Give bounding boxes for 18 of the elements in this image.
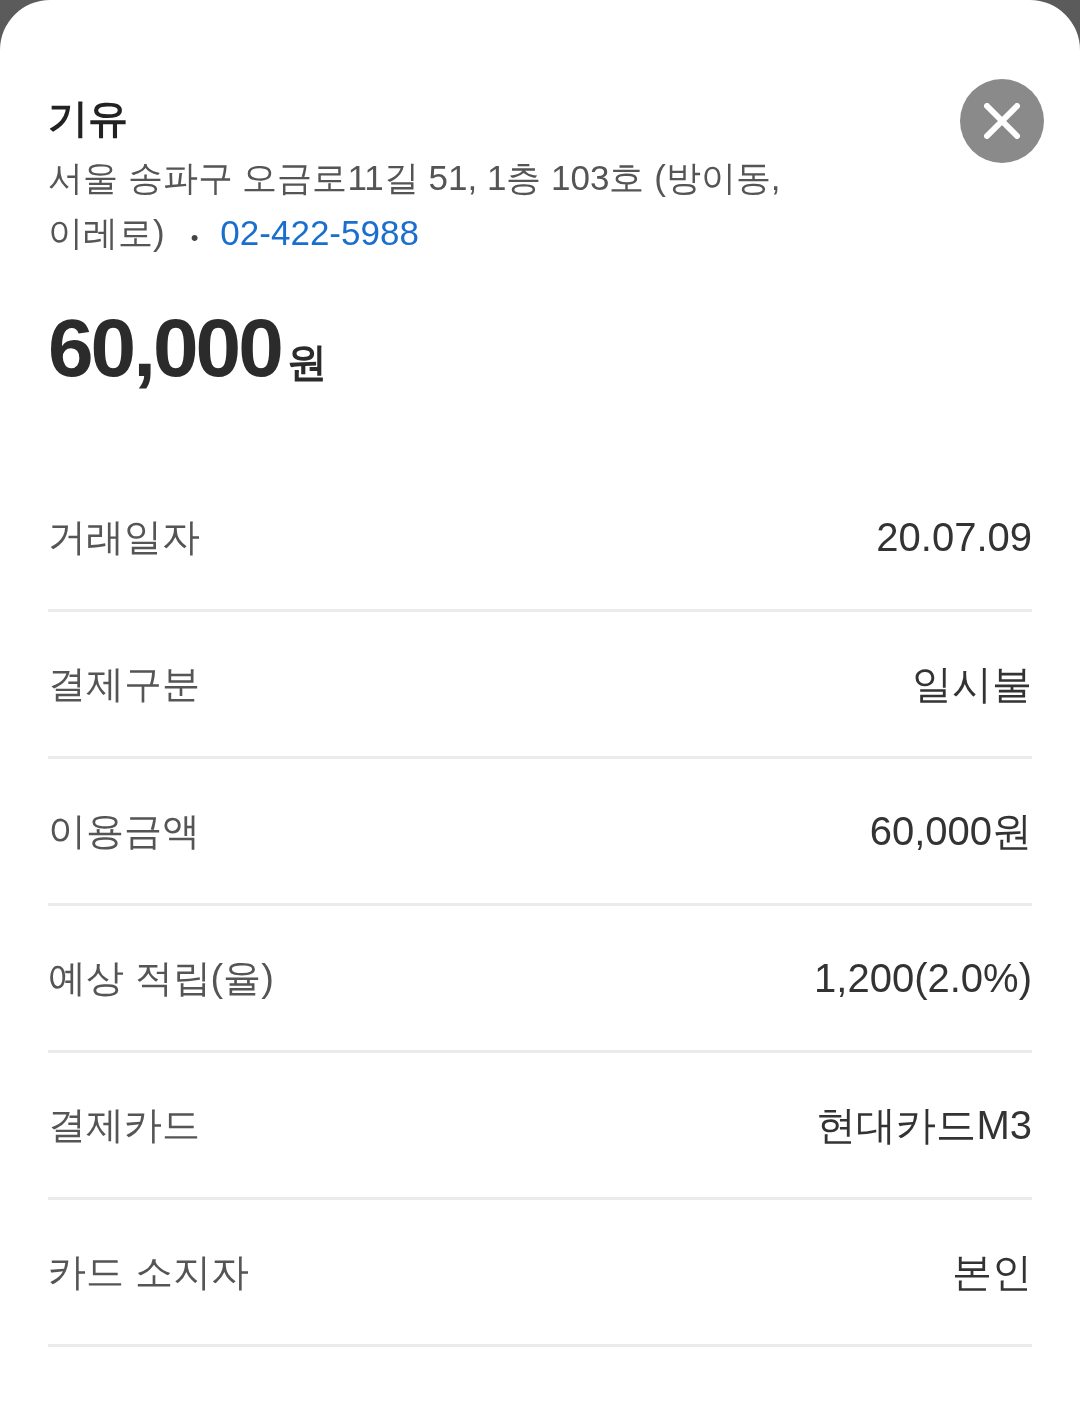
merchant-name: 기유 (48, 95, 128, 142)
detail-label: 카드 소지자 (48, 1249, 249, 1295)
detail-value: 본인 (952, 1248, 1032, 1296)
detail-value: 20.07.09 (876, 514, 1032, 560)
phone-link[interactable]: 02-422-5988 (220, 213, 419, 252)
detail-value: 1,200(2.0%) (814, 955, 1032, 1001)
close-icon (984, 103, 1020, 139)
detail-label: 결제구분 (48, 661, 200, 707)
merchant-address: 서울 송파구 오금로11길 51, 1층 103호 (방이동, 이레로) • 02-422-5988 (48, 157, 782, 254)
detail-label: 예상 적립(율) (48, 955, 274, 1001)
currency-unit: 원 (286, 339, 327, 386)
detail-label: 결제카드 (48, 1102, 200, 1148)
detail-label: 거래일자 (48, 514, 200, 560)
detail-value: 일시불 (912, 660, 1032, 708)
detail-label: 이용금액 (48, 808, 200, 854)
detail-value: 현대카드M3 (816, 1101, 1032, 1149)
detail-value: 60,000원 (869, 807, 1032, 855)
total-amount: 60,000 (48, 301, 281, 395)
